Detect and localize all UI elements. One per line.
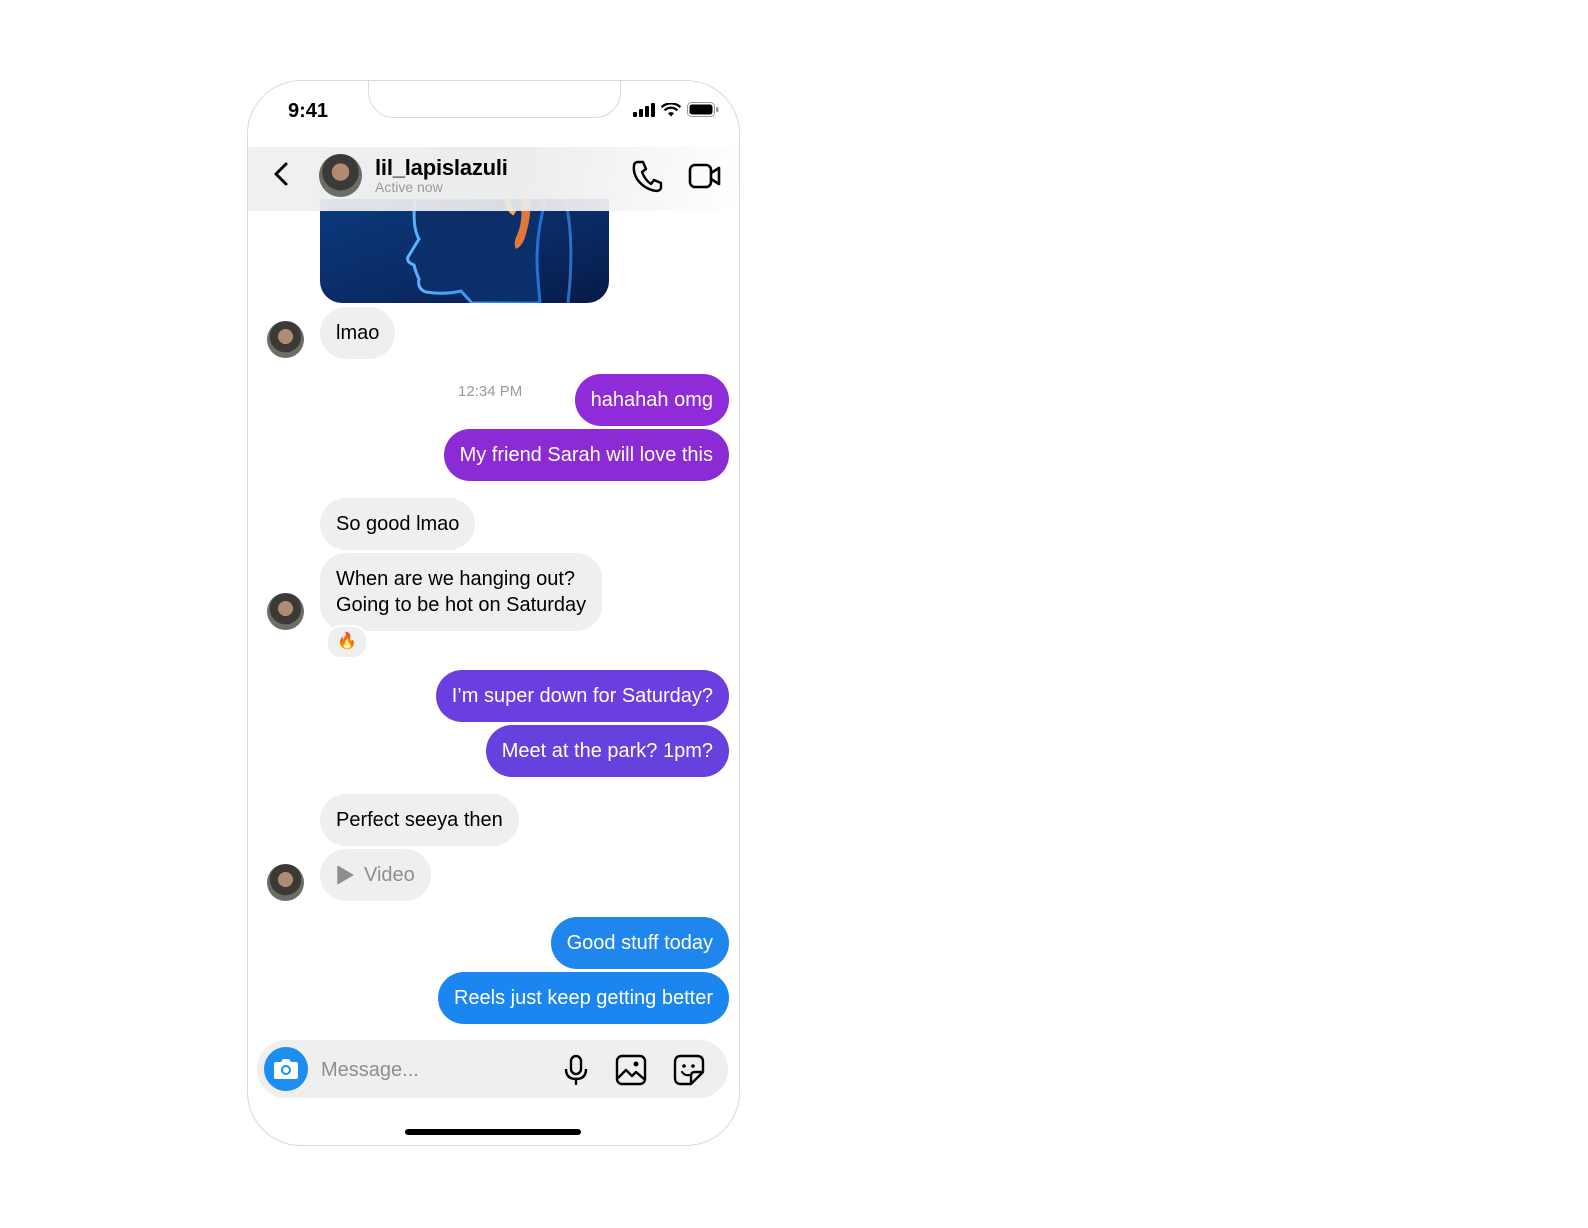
username[interactable]: lil_lapislazuli — [375, 155, 508, 181]
camera-button[interactable] — [264, 1047, 308, 1091]
message-text: hahahah omg — [590, 389, 713, 411]
message-outgoing[interactable]: hahahah omg — [574, 374, 729, 426]
message-text: Perfect seeya then — [336, 809, 503, 831]
message-input[interactable] — [319, 1052, 543, 1088]
reaction-badge[interactable]: 🔥 — [326, 625, 368, 659]
message-outgoing[interactable]: My friend Sarah will love this — [443, 429, 729, 481]
message-incoming[interactable]: So good lmao — [320, 498, 476, 550]
signal-icon — [633, 102, 655, 117]
video-camera-icon[interactable] — [688, 161, 722, 191]
play-icon — [337, 865, 354, 885]
message-composer — [257, 1040, 728, 1098]
avatar — [267, 321, 304, 358]
microphone-icon[interactable] — [562, 1054, 590, 1086]
message-text: So good lmao — [336, 513, 460, 535]
phone-frame: 9:41 lil_lapislazuli Active now lmao 12:… — [247, 80, 740, 1146]
message-text-line: When are we hanging out? — [336, 568, 576, 590]
message-incoming[interactable]: lmao — [320, 307, 396, 359]
message-outgoing[interactable]: Reels just keep getting better — [437, 972, 729, 1024]
wifi-icon — [661, 102, 681, 116]
battery-icon — [687, 102, 719, 117]
message-outgoing[interactable]: Meet at the park? 1pm? — [485, 725, 729, 777]
message-outgoing[interactable]: I’m super down for Saturday? — [435, 670, 729, 722]
status-icons — [633, 102, 719, 117]
status-time: 9:41 — [288, 100, 329, 122]
message-text-line: Going to be hot on Saturday — [336, 594, 587, 616]
message-text: I’m super down for Saturday? — [451, 685, 713, 707]
home-indicator[interactable] — [405, 1129, 581, 1135]
avatar — [267, 593, 304, 630]
timestamp: 12:34 PM — [458, 383, 523, 400]
shared-image[interactable] — [320, 199, 609, 303]
notch — [368, 81, 621, 118]
message-text: lmao — [336, 322, 380, 344]
active-status: Active now — [375, 179, 443, 195]
message-text: Meet at the park? 1pm? — [501, 740, 713, 762]
message-text: My friend Sarah will love this — [459, 444, 713, 466]
camera-icon — [274, 1059, 298, 1079]
gallery-icon[interactable] — [615, 1054, 647, 1086]
chat-header: lil_lapislazuli Active now — [248, 147, 739, 211]
back-arrow-icon[interactable] — [268, 159, 296, 189]
sticker-icon[interactable] — [673, 1054, 705, 1086]
message-incoming[interactable]: When are we hanging out? Going to be hot… — [320, 553, 603, 631]
message-outgoing[interactable]: Good stuff today — [550, 917, 729, 969]
message-text: Reels just keep getting better — [453, 987, 713, 1009]
video-label: Video — [364, 864, 415, 886]
head-silhouette-image — [406, 199, 573, 303]
avatar — [267, 864, 304, 901]
phone-icon[interactable] — [631, 159, 663, 193]
message-incoming[interactable]: Perfect seeya then — [320, 794, 519, 846]
avatar[interactable] — [319, 154, 362, 197]
message-text: Good stuff today — [566, 932, 713, 954]
video-message[interactable]: Video — [320, 849, 431, 901]
